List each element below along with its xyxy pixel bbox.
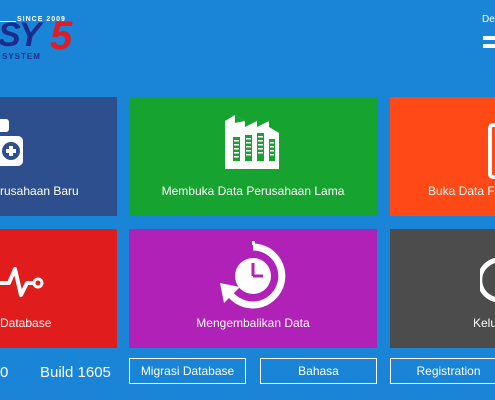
restore-clock-icon	[220, 241, 286, 309]
tile-exit[interactable]: Kelu	[390, 229, 495, 348]
tile-database[interactable]: Database	[0, 229, 117, 348]
menu-icon[interactable]	[483, 36, 495, 58]
heartbeat-icon	[0, 267, 44, 297]
build-number: Build 1605	[40, 364, 111, 381]
migrate-database-button[interactable]: Migrasi Database	[129, 358, 246, 384]
registration-button[interactable]: Registration	[390, 358, 495, 384]
tile-label: Membuka Data Perusahaan Lama	[161, 184, 345, 198]
tile-label: Kelu	[473, 316, 495, 330]
tile-open-company[interactable]: Membuka Data Perusahaan Lama	[129, 97, 377, 216]
tile-label: rusahaan Baru	[0, 184, 79, 198]
language-button[interactable]: Bahasa	[260, 358, 377, 384]
tile-label: Buka Data F	[428, 184, 495, 198]
logo-digit: 5	[50, 14, 73, 58]
new-company-icon	[0, 119, 23, 166]
logo-letters: SY	[0, 16, 41, 54]
tile-label: Mengembalikan Data	[196, 316, 310, 330]
tile-label: Database	[0, 316, 52, 330]
tile-open-data[interactable]: Buka Data F	[390, 97, 495, 216]
power-icon	[480, 258, 495, 302]
logo-tagline: SYSTEM	[2, 52, 41, 61]
document-icon	[488, 123, 495, 179]
version-number: 0	[0, 364, 9, 381]
topright-label: De	[482, 14, 495, 25]
tile-restore-data[interactable]: Mengembalikan Data	[129, 229, 377, 348]
factory-icon	[225, 115, 279, 169]
app-logo: SINCE 2009 SY 5 SYSTEM	[0, 12, 90, 68]
tile-new-company[interactable]: rusahaan Baru	[0, 97, 117, 216]
